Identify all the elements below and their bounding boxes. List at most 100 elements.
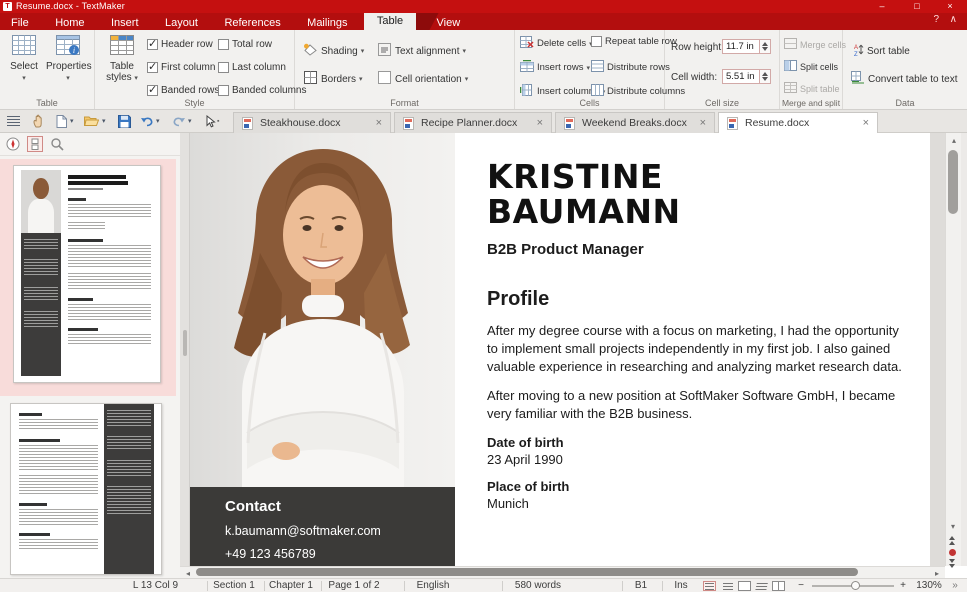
resume-name: KRISTINE BAUMANN <box>487 159 909 229</box>
section-indicator[interactable]: Section 1 <box>208 580 260 591</box>
new-document-icon[interactable] <box>56 113 67 129</box>
distribute-rows-button[interactable]: Distribute rows <box>591 60 670 75</box>
chapter-indicator[interactable]: Chapter 1 <box>265 580 317 591</box>
shading-button[interactable]: Shading▾ <box>303 43 364 59</box>
repeat-table-row-checkbox-row[interactable]: Repeat table row <box>591 36 677 47</box>
checkbox-last-column[interactable]: Last column <box>218 62 286 73</box>
group-label-data: Data <box>843 98 967 108</box>
undo-caret-icon[interactable]: ▾ <box>156 113 160 129</box>
minimize-button[interactable]: – <box>867 0 897 12</box>
tab-table-contextual[interactable]: Table <box>364 13 416 30</box>
banded-columns-checkbox[interactable] <box>218 85 229 96</box>
browse-previous-icon[interactable] <box>949 536 955 545</box>
ribbon-group-format: Shading▾ Borders▾ Text alignment▾ Cell o… <box>295 30 515 109</box>
first-column-checkbox[interactable] <box>147 62 158 73</box>
view-web-icon[interactable] <box>755 581 768 591</box>
insert-rows-button[interactable]: Insert rows▾ <box>520 60 590 75</box>
thumbnail-page1-selected[interactable]: 1 <box>0 159 176 396</box>
cell-orientation-button[interactable]: Cell orientation▾ <box>377 71 468 87</box>
select-button[interactable]: Select ▾ <box>2 34 46 83</box>
doc-tab-recipe-planner[interactable]: Recipe Planner.docx × <box>394 112 552 133</box>
thumbnails-view-icon[interactable] <box>27 136 43 152</box>
cell-width-input[interactable] <box>722 69 760 84</box>
sort-table-button[interactable]: AZ Sort table <box>851 43 910 59</box>
checkbox-first-column[interactable]: First column <box>147 62 215 73</box>
total-row-checkbox[interactable] <box>218 39 229 50</box>
redo-caret-icon[interactable]: ▾ <box>188 113 192 129</box>
vertical-scroll-thumb[interactable] <box>948 150 958 214</box>
table-styles-button[interactable]: Table styles ▾ <box>101 34 143 83</box>
svg-text:Z: Z <box>854 52 858 56</box>
redo-icon[interactable] <box>172 113 186 129</box>
help-icon[interactable]: ? <box>933 14 939 25</box>
scroll-down-icon[interactable]: ▾ <box>945 522 961 531</box>
view-book-icon[interactable] <box>772 581 785 591</box>
browse-next-icon[interactable] <box>949 559 955 568</box>
last-column-checkbox[interactable] <box>218 62 229 73</box>
banded-rows-checkbox[interactable] <box>147 85 158 96</box>
header-row-checkbox[interactable] <box>147 39 158 50</box>
borders-button[interactable]: Borders▾ <box>303 71 363 87</box>
cell-reference[interactable]: B1 <box>623 580 659 591</box>
merge-cells-button[interactable]: Merge cells <box>784 38 846 51</box>
sidebar-toggle-icon[interactable] <box>7 113 20 129</box>
open-folder-caret-icon[interactable]: ▾ <box>102 113 106 129</box>
page2-thumbnail[interactable] <box>10 403 162 575</box>
pointer-mode-caret-icon[interactable]: ▪ <box>217 113 219 129</box>
checkbox-banded-rows[interactable]: Banded rows <box>147 85 219 96</box>
doc-tab-resume-active[interactable]: Resume.docx × <box>718 112 878 133</box>
close-tab-icon[interactable]: × <box>537 117 543 129</box>
object-mode-pointer-icon[interactable] <box>204 113 216 129</box>
text-alignment-button[interactable]: Text alignment▾ <box>377 43 466 59</box>
undo-icon[interactable] <box>140 113 154 129</box>
doc-tab-weekend-breaks[interactable]: Weekend Breaks.docx × <box>555 112 715 133</box>
delete-cells-button[interactable]: Delete cells▾ <box>520 36 593 51</box>
collapse-ribbon-icon[interactable]: ∧ <box>950 14 957 25</box>
page-indicator[interactable]: Page 1 of 2 <box>322 580 386 591</box>
checkbox-header-row[interactable]: Header row <box>147 39 213 50</box>
view-normal-icon[interactable] <box>703 581 716 591</box>
splitter-handle[interactable] <box>183 330 187 356</box>
open-folder-icon[interactable] <box>84 113 99 129</box>
document-page[interactable]: Contact k.baumann@softmaker.com +49 123 … <box>190 133 930 566</box>
view-draft-icon[interactable] <box>721 581 734 591</box>
pan-hand-icon[interactable] <box>32 113 45 129</box>
close-tab-icon[interactable]: × <box>376 117 382 129</box>
zoom-slider-knob[interactable] <box>851 581 860 590</box>
zoom-level[interactable]: 130% <box>912 580 946 591</box>
page1-thumbnail[interactable] <box>13 165 161 383</box>
checkbox-total-row[interactable]: Total row <box>218 39 272 50</box>
language-indicator[interactable]: English <box>405 580 461 591</box>
close-tab-icon[interactable]: × <box>700 117 706 129</box>
horizontal-scroll-thumb[interactable] <box>196 568 858 576</box>
close-button[interactable]: × <box>935 0 965 12</box>
merge-cells-label: Merge cells <box>800 40 846 50</box>
scroll-up-icon[interactable]: ▴ <box>946 136 962 145</box>
new-document-caret-icon[interactable]: ▾ <box>70 113 74 129</box>
scroll-right-icon[interactable]: ▸ <box>929 569 945 578</box>
row-height-input[interactable] <box>722 39 760 54</box>
convert-table-to-text-button[interactable]: Convert table to text <box>851 71 958 87</box>
search-icon[interactable] <box>50 137 64 156</box>
properties-button[interactable]: i Properties ▾ <box>46 34 90 83</box>
save-icon[interactable] <box>118 113 131 129</box>
word-count[interactable]: 580 words <box>503 580 573 591</box>
cursor-position[interactable]: L 13 Col 9 <box>108 580 203 591</box>
navigation-compass-icon[interactable] <box>6 137 20 156</box>
repeat-table-row-checkbox[interactable] <box>591 36 602 47</box>
insert-mode[interactable]: Ins <box>663 580 699 591</box>
view-page-icon[interactable] <box>738 581 751 591</box>
browse-object-icon[interactable] <box>949 549 956 556</box>
close-tab-icon[interactable]: × <box>863 117 869 129</box>
split-table-button[interactable]: Split table <box>784 82 840 95</box>
maximize-button[interactable]: □ <box>902 0 932 12</box>
row-height-spinner-icon[interactable] <box>760 39 771 54</box>
checkbox-banded-columns[interactable]: Banded columns <box>218 85 307 96</box>
scroll-left-icon[interactable]: ◂ <box>180 569 196 578</box>
split-cells-button[interactable]: Split cells <box>784 60 838 73</box>
zoom-out-icon[interactable]: − <box>795 580 807 591</box>
cell-width-spinner-icon[interactable] <box>760 69 771 84</box>
zoom-in-icon[interactable]: + <box>897 580 909 591</box>
zoom-fit-icon[interactable]: » <box>948 580 962 591</box>
doc-tab-steakhouse[interactable]: Steakhouse.docx × <box>233 112 391 133</box>
